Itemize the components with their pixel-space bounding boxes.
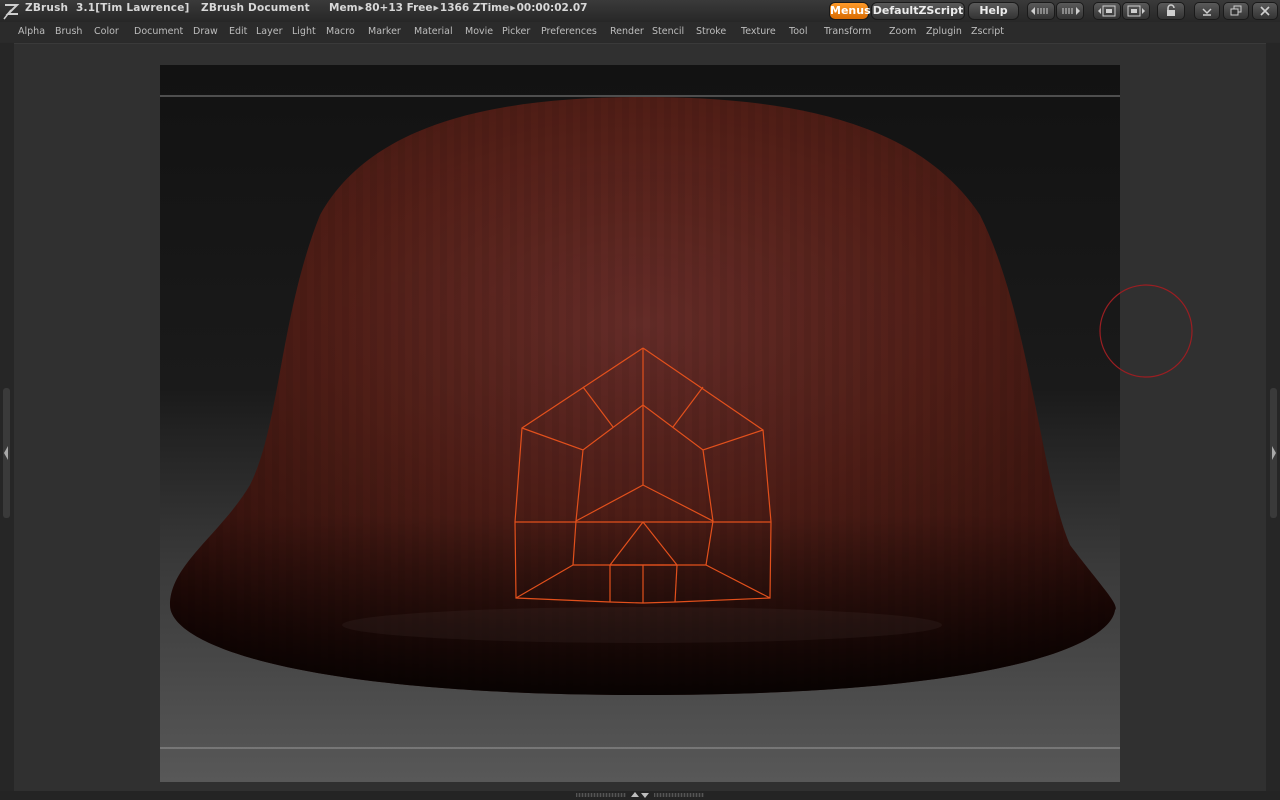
right-tray — [1266, 43, 1280, 791]
memory-status: Mem▶80+13 Free▶1366 ZTime▶00:00:02.07 — [329, 2, 587, 14]
mesh-highlight — [342, 607, 942, 643]
menu-tool[interactable]: Tool — [789, 26, 807, 37]
arrow-right-icon: ▶ — [358, 4, 364, 12]
chevron-right-icon — [1272, 446, 1276, 460]
menu-draw[interactable]: Draw — [193, 26, 218, 37]
menu-movie[interactable]: Movie — [465, 26, 493, 37]
free-value: 1366 — [439, 2, 470, 14]
arrow-right-icon: ▶ — [510, 4, 516, 12]
menu-zscript[interactable]: Zscript — [971, 26, 1004, 37]
left-tray — [0, 43, 14, 791]
menu-render[interactable]: Render — [610, 26, 644, 37]
scroll-left-icon[interactable] — [1027, 2, 1055, 20]
document-canvas[interactable] — [160, 65, 1120, 782]
bottom-grip-left[interactable] — [576, 793, 626, 797]
lock-icon[interactable] — [1157, 2, 1185, 20]
menu-stroke[interactable]: Stroke — [696, 26, 726, 37]
menu-transform[interactable]: Transform — [824, 26, 871, 37]
zbrush-logo-icon[interactable] — [2, 1, 22, 21]
sculpt-viewport[interactable] — [160, 65, 1120, 782]
menu-picker[interactable]: Picker — [502, 26, 530, 37]
app-name: ZBrush — [25, 2, 69, 14]
help-button[interactable]: Help — [968, 2, 1019, 20]
expand-bottom-icon[interactable] — [628, 790, 652, 800]
mem-value: 80+13 — [364, 2, 403, 14]
menu-alpha[interactable]: Alpha — [18, 26, 45, 37]
menu-brush[interactable]: Brush — [55, 26, 82, 37]
minimize-icon[interactable] — [1194, 2, 1220, 20]
ztime-value: 00:00:02.07 — [516, 2, 588, 14]
ztime-label: ZTime — [472, 2, 510, 14]
float-right-icon[interactable] — [1122, 2, 1150, 20]
float-left-icon[interactable] — [1093, 2, 1121, 20]
menu-zoom[interactable]: Zoom — [889, 26, 916, 37]
menu-layer[interactable]: Layer — [256, 26, 283, 37]
title-bar: ZBrush 3.1[Tim Lawrence] ZBrush Document… — [0, 0, 1280, 22]
left-tray-handle[interactable] — [3, 388, 10, 518]
menu-document[interactable]: Document — [134, 26, 183, 37]
menu-marker[interactable]: Marker — [368, 26, 401, 37]
chevron-left-icon — [4, 446, 8, 460]
menu-macro[interactable]: Macro — [326, 26, 355, 37]
document-name: ZBrush Document — [201, 2, 310, 14]
menu-bar: Alpha Brush Color Document Draw Edit Lay… — [0, 22, 1280, 42]
free-label: Free — [406, 2, 433, 14]
bottom-grip-right[interactable] — [654, 793, 704, 797]
scroll-right-icon[interactable] — [1056, 2, 1084, 20]
menu-texture[interactable]: Texture — [741, 26, 776, 37]
menus-button[interactable]: Menus — [829, 2, 871, 20]
menu-material[interactable]: Material — [414, 26, 453, 37]
menu-stencil[interactable]: Stencil — [652, 26, 684, 37]
menu-preferences[interactable]: Preferences — [541, 26, 597, 37]
menu-color[interactable]: Color — [94, 26, 119, 37]
menu-zplugin[interactable]: Zplugin — [926, 26, 962, 37]
close-icon[interactable] — [1252, 2, 1278, 20]
restore-icon[interactable] — [1223, 2, 1249, 20]
version-user: 3.1[Tim Lawrence] — [76, 2, 190, 14]
arrow-right-icon: ▶ — [433, 4, 439, 12]
default-zscript-button[interactable]: DefaultZScript — [871, 2, 965, 20]
brush-cursor-icon — [1099, 284, 1193, 378]
mem-label: Mem — [329, 2, 358, 14]
menu-light[interactable]: Light — [292, 26, 316, 37]
menu-edit[interactable]: Edit — [229, 26, 247, 37]
right-tray-handle[interactable] — [1270, 388, 1277, 518]
